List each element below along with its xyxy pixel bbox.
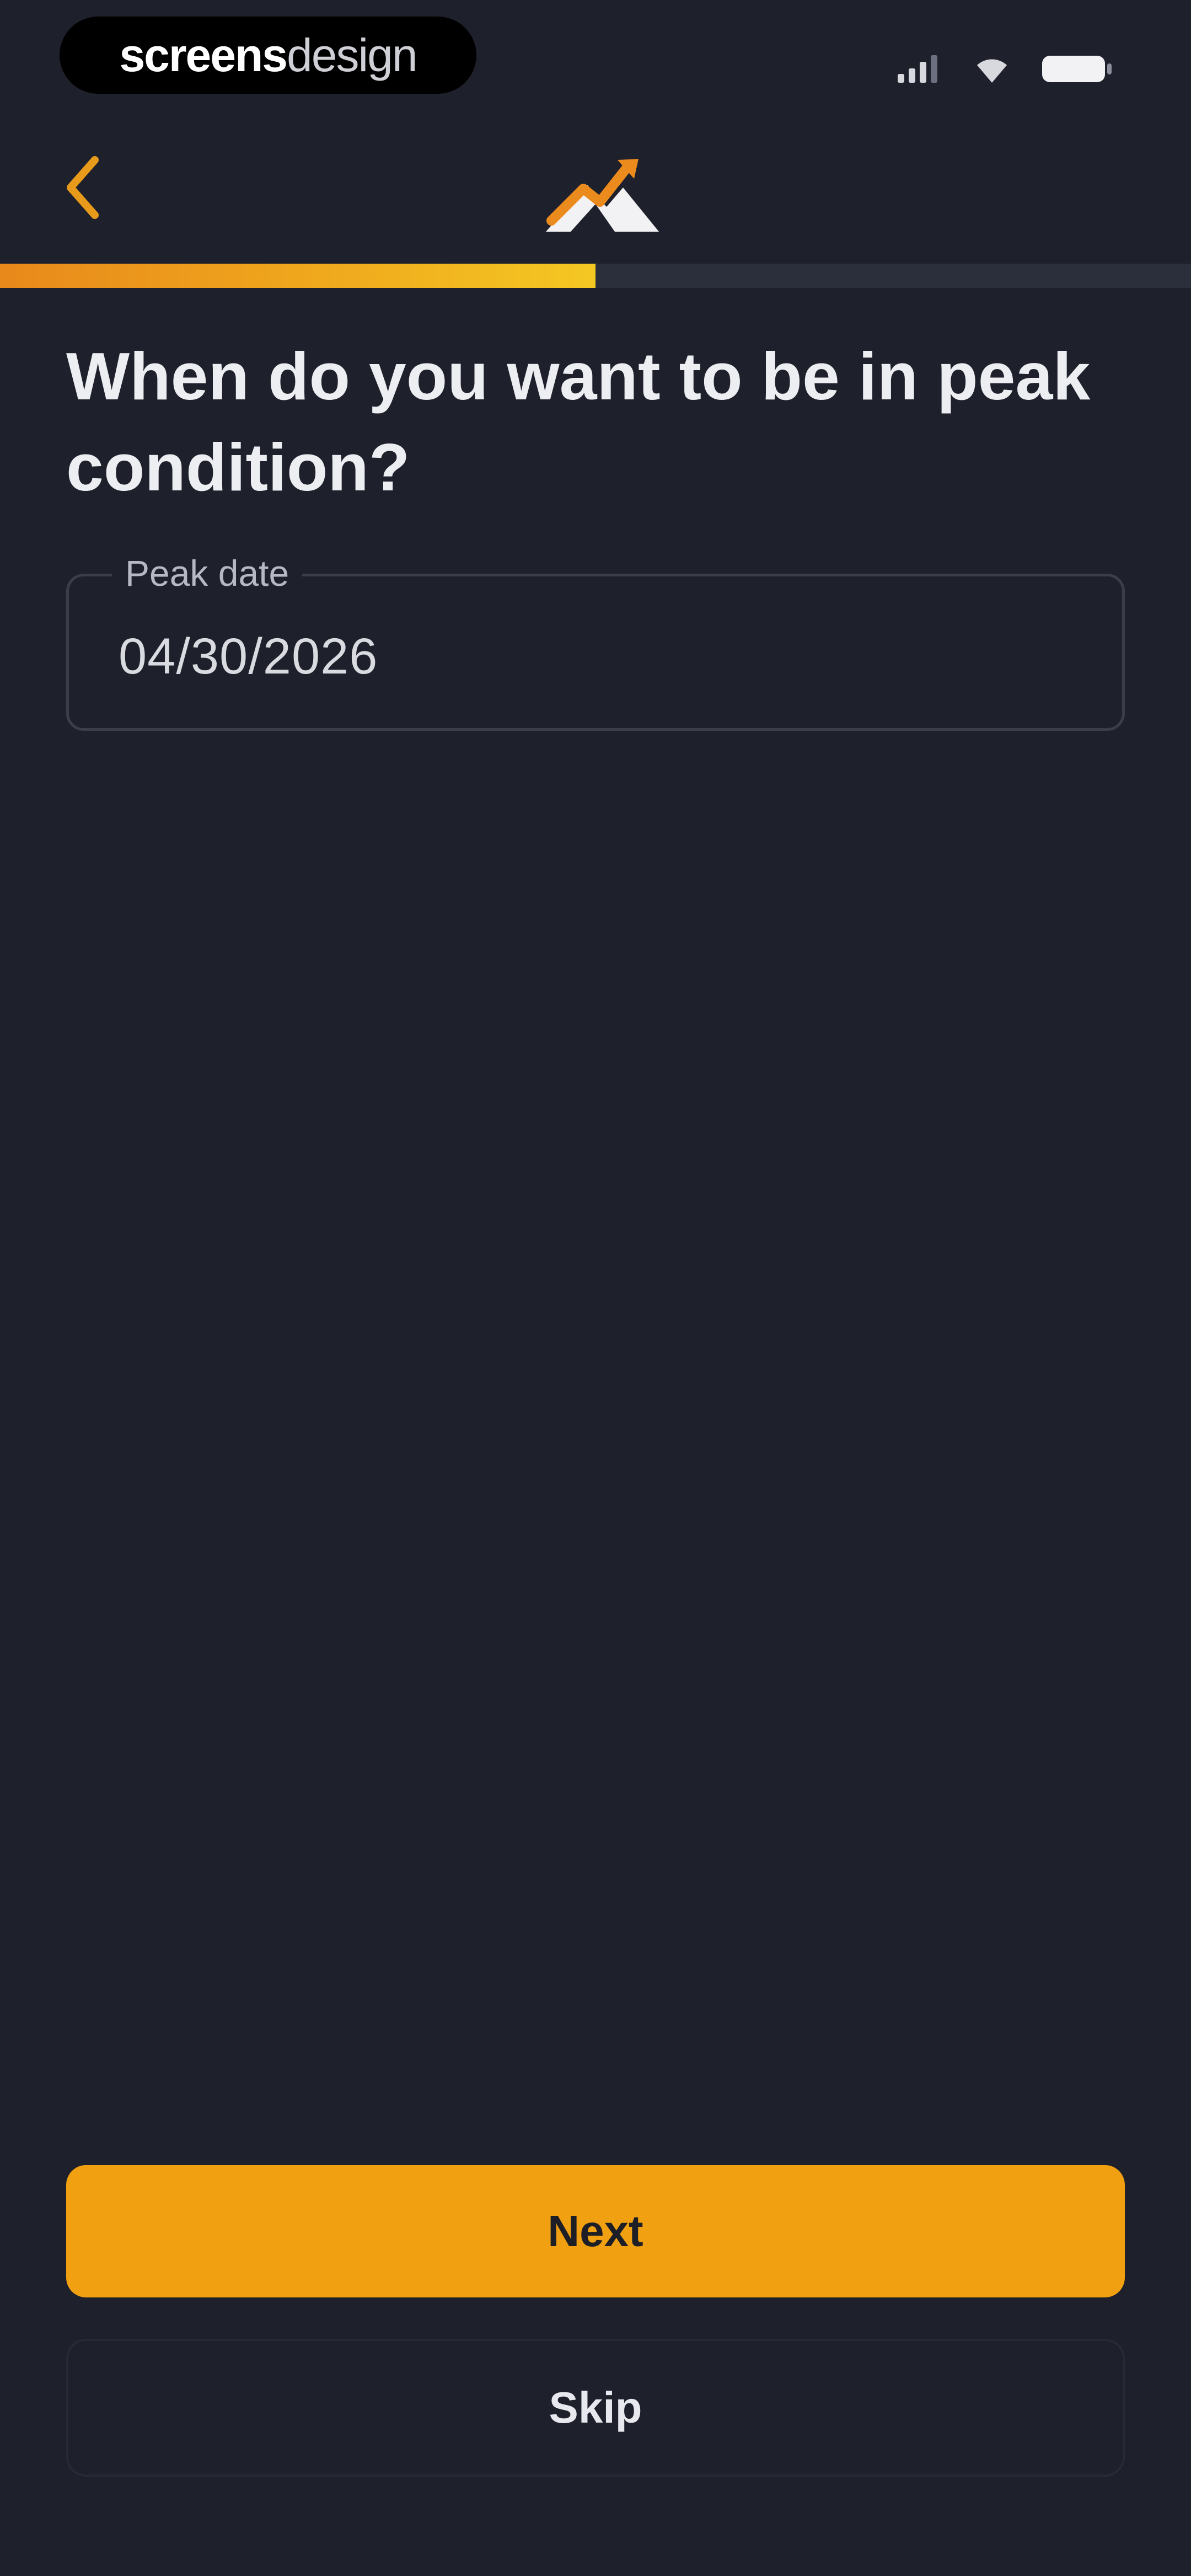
progress-bar: [0, 264, 1191, 288]
page-title: When do you want to be in peak condition…: [66, 339, 1091, 505]
battery-icon: [1042, 56, 1112, 82]
peak-date-field[interactable]: Peak date 04/30/2026: [66, 551, 1125, 731]
chevron-left-icon: [67, 156, 99, 219]
wifi-icon: [977, 59, 1007, 83]
status-icons: [898, 50, 1114, 88]
signal-icon: [898, 55, 937, 83]
mountain-peak-logo-icon: [546, 159, 659, 232]
header: [0, 127, 1191, 254]
brand-name-light: design: [287, 29, 418, 81]
brand-name-bold: screens: [119, 29, 288, 81]
brand-pill: screens design: [60, 17, 476, 94]
status-bar: screens design: [0, 0, 1191, 121]
skip-button[interactable]: Skip: [66, 2339, 1125, 2477]
peak-date-label: Peak date: [112, 551, 303, 595]
onboarding-screen: screens design When do you want to be in…: [0, 0, 1191, 2576]
peak-date-value: 04/30/2026: [119, 628, 378, 685]
next-button[interactable]: Next: [66, 2165, 1125, 2297]
back-button[interactable]: [44, 149, 121, 226]
progress-bar-fill: [0, 264, 596, 288]
